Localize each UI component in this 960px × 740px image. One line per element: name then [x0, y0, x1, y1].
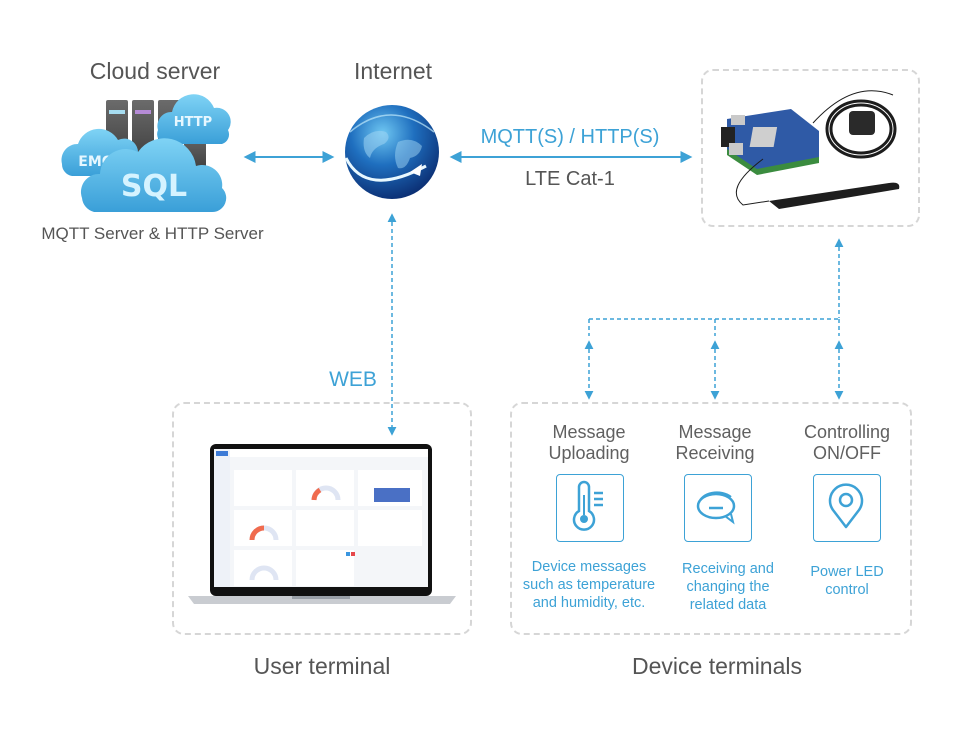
feature-uploading-description: Device messages such as temperature and … [522, 559, 656, 611]
web-label: WEB [329, 368, 377, 391]
device-terminals-title: Device terminals [632, 653, 802, 679]
internet-title: Internet [354, 58, 432, 84]
http-label: HTTP [174, 115, 212, 130]
thermometer-icon [572, 480, 603, 531]
user-terminal-title: User terminal [253, 653, 391, 679]
device-hardware-box [701, 69, 920, 227]
feature-uploading-title: Message Uploading [548, 422, 630, 463]
chat-bubble-icon [696, 491, 736, 525]
cloud-server-caption: MQTT Server & HTTP Server [41, 224, 264, 243]
feature-controlling-icon-box [813, 474, 881, 542]
laptop-dashboard-image [188, 444, 456, 604]
cloud-server-title: Cloud server [89, 58, 221, 84]
user-terminal-box [172, 402, 472, 635]
device-hardware-image [721, 90, 900, 209]
cloud-server-icon: EMQ HTTP SQL [61, 94, 231, 213]
feature-controlling-description: Power LED control [810, 564, 884, 598]
network-label: LTE Cat-1 [525, 168, 615, 190]
feature-uploading-icon-box [556, 474, 624, 542]
feature-receiving-description: Receiving and changing the related data [682, 561, 774, 613]
location-pin-icon [828, 483, 864, 529]
feature-controlling-title: Controlling ON/OFF [803, 422, 891, 463]
protocol-label: MQTT(S) / HTTP(S) [480, 126, 660, 148]
feature-receiving-icon-box [684, 474, 752, 542]
sql-label: SQL [121, 169, 187, 204]
feature-receiving-title: Message Receiving [675, 422, 755, 463]
globe-icon [344, 105, 439, 199]
